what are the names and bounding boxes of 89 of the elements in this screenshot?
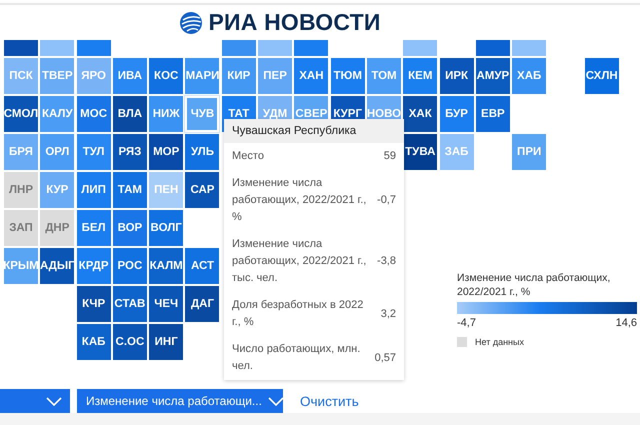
map-cell[interactable]: БУР <box>440 96 474 132</box>
tooltip-value: 3,2 <box>380 306 396 322</box>
map-cell[interactable]: ТУВА <box>403 134 438 170</box>
map-cell[interactable]: МОС <box>76 96 111 132</box>
map-cell[interactable]: ЕВР <box>476 96 510 132</box>
map-cell[interactable]: ПРИ <box>512 134 546 170</box>
dropdown[interactable] <box>0 389 70 413</box>
map-cell[interactable]: ЧЕЧ <box>149 286 184 322</box>
map-cell[interactable]: ОРЛ <box>40 134 74 170</box>
globe-logo-icon <box>179 10 204 34</box>
tooltip-value: -0,7 <box>377 193 396 208</box>
map-cell[interactable]: КРЫМ <box>4 248 38 284</box>
no-data-label: Нет данных <box>475 337 524 347</box>
map-cell[interactable]: МАРИ <box>185 58 220 94</box>
map-cell[interactable]: КЧР <box>76 286 111 322</box>
map-cell[interactable]: АДЫГ <box>40 248 74 284</box>
tooltip-value: -3,8 <box>377 254 396 269</box>
map-cell[interactable] <box>403 40 438 56</box>
map-cell[interactable] <box>4 40 38 56</box>
map-cell[interactable]: ЧУВ <box>185 96 220 132</box>
map-cell[interactable]: ТОМ <box>366 58 401 94</box>
map-cell[interactable]: ИВА <box>112 58 147 94</box>
map-cell[interactable]: ЛИП <box>76 172 111 208</box>
map-cell[interactable]: КАЛУ <box>40 96 74 132</box>
map-cell[interactable] <box>40 40 74 56</box>
dropdown[interactable]: Изменение числа работающи... <box>77 389 283 413</box>
map-cell[interactable]: ХАН <box>294 58 328 94</box>
map-cell[interactable]: СТАВ <box>112 286 147 322</box>
map-cell[interactable]: РОС <box>112 248 147 284</box>
map-cell[interactable]: КИР <box>222 58 256 94</box>
map-cell[interactable]: ЯРО <box>76 58 111 94</box>
map-cell[interactable]: ИНГ <box>149 324 184 360</box>
map-cell[interactable]: УЛЬ <box>185 134 220 170</box>
map-cell[interactable]: БРЯ <box>4 134 38 170</box>
map-cell[interactable]: ВЛА <box>112 96 147 132</box>
map-cell[interactable]: ДАГ <box>185 286 220 322</box>
map-cell[interactable]: ИРК <box>440 58 474 94</box>
logo-text: РИА НОВОСТИ <box>208 9 381 36</box>
legend-title: Изменение числа работающих, 2022/2021 г., % <box>457 271 612 299</box>
map-cell[interactable]: СМОЛ <box>4 96 38 132</box>
tooltip-label: Доля безработных в 2022 г., % <box>232 298 364 330</box>
map-cell[interactable]: ВОР <box>112 210 147 246</box>
map-cell[interactable]: АМУР <box>476 58 510 94</box>
map-cell[interactable]: КУР <box>40 172 74 208</box>
map-cell[interactable]: КАЛМ <box>149 248 184 284</box>
map-cell[interactable]: ПСК <box>4 58 38 94</box>
map-cell[interactable]: ПЕР <box>258 58 292 94</box>
map-cell[interactable]: ТЮМ <box>330 58 365 94</box>
clear-link[interactable]: Очистить <box>300 394 359 408</box>
tooltip-title: Чувашская Республика <box>224 119 404 143</box>
chevron-down-icon[interactable] <box>46 396 62 406</box>
map-cell[interactable]: КРДР <box>76 248 111 284</box>
map-cell[interactable]: МОР <box>149 134 184 170</box>
map-cell[interactable]: ДНР <box>40 210 74 246</box>
map-cell[interactable] <box>512 40 546 56</box>
tooltip-label: Число работающих, млн. чел. <box>232 342 362 374</box>
map-cell[interactable]: КАБ <box>76 324 111 360</box>
map-cell[interactable]: БЕЛ <box>76 210 111 246</box>
map-cell[interactable] <box>476 40 510 56</box>
tooltip-label: Изменение числа работающих, 2022/2021 г., тыс. чел. <box>232 237 368 286</box>
map-cell[interactable]: ВОЛГ <box>149 210 184 246</box>
map-cell[interactable]: НИЖ <box>149 96 184 132</box>
map-cell[interactable]: ЛНР <box>4 172 38 208</box>
tooltip-label: Место <box>232 149 265 164</box>
map-cell[interactable] <box>258 40 292 56</box>
map-cell[interactable]: ХАБ <box>512 58 546 94</box>
dropdown-value: Изменение числа работающи... <box>86 394 262 408</box>
map-cell[interactable] <box>76 40 111 56</box>
map-cell[interactable]: ТВЕР <box>40 58 74 94</box>
chevron-down-icon[interactable] <box>268 396 284 406</box>
map-cell[interactable]: АСТ <box>185 248 220 284</box>
map-cell[interactable]: ХАК <box>403 96 438 132</box>
map-cell[interactable]: СХЛН <box>584 58 619 94</box>
tooltip-label: Изменение числа работающих, 2022/2021 г., % <box>232 176 368 225</box>
legend-max-label: 14,6 <box>616 317 637 329</box>
map-cell[interactable]: КЕМ <box>403 58 438 94</box>
no-data-swatch <box>457 337 467 347</box>
map-cell[interactable]: ЗАП <box>4 210 38 246</box>
tooltip-value: 0,57 <box>374 350 396 366</box>
tooltip-value: 59 <box>384 149 396 164</box>
map-cell[interactable]: САР <box>185 172 220 208</box>
map-cell[interactable]: КОС <box>149 58 184 94</box>
legend-min-label: -4,7 <box>457 317 476 329</box>
map-cell[interactable]: ТУЛ <box>76 134 111 170</box>
map-cell[interactable]: С.ОС <box>112 324 147 360</box>
map-cell[interactable]: ТАМ <box>112 172 147 208</box>
map-cell[interactable]: РЯЗ <box>112 134 147 170</box>
map-cell[interactable] <box>222 40 256 56</box>
map-cell[interactable] <box>294 40 328 56</box>
